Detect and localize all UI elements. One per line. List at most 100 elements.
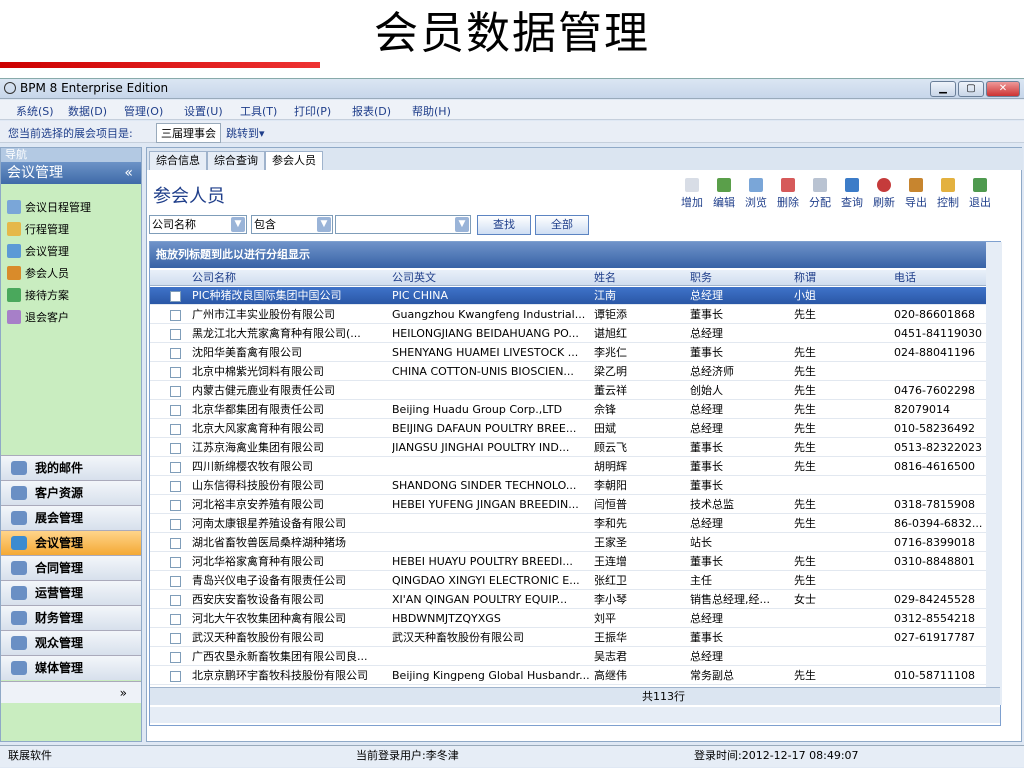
- table-row[interactable]: 广西农垦永新畜牧集团有限公司良... 吴志君 总经理: [150, 648, 986, 666]
- row-checkbox[interactable]: [170, 310, 181, 321]
- tab-attendees[interactable]: 参会人员: [265, 151, 323, 170]
- nav-item-reception[interactable]: 接待方案: [7, 286, 69, 306]
- table-row[interactable]: 湖北省畜牧兽医局桑梓湖种猪场 王家圣 站长 0716-8399018: [150, 534, 986, 552]
- query-button[interactable]: 查询: [837, 178, 867, 210]
- close-icon[interactable]: ✕: [986, 81, 1020, 97]
- row-checkbox[interactable]: [170, 405, 181, 416]
- vertical-scrollbar[interactable]: [986, 242, 1002, 705]
- table-row[interactable]: 河南太康银星养殖设备有限公司 李和先 总经理 先生 86-0394-6832...: [150, 515, 986, 533]
- refresh-button[interactable]: 刷新: [869, 178, 899, 210]
- row-checkbox[interactable]: [170, 367, 181, 378]
- table-row[interactable]: 内蒙古健元鹿业有限责任公司 董云祥 创始人 先生 0476-7602298: [150, 382, 986, 400]
- menu-report[interactable]: 报表(D): [352, 103, 391, 119]
- add-button[interactable]: 增加: [677, 178, 707, 210]
- horizontal-scrollbar[interactable]: [150, 707, 1000, 723]
- row-checkbox[interactable]: [170, 652, 181, 663]
- module-operations[interactable]: 运营管理: [1, 580, 141, 605]
- table-row[interactable]: 河北华裕家禽育种有限公司 HEBEI HUAYU POULTRY BREEDI..…: [150, 553, 986, 571]
- table-row[interactable]: 广州市江丰实业股份有限公司 Guangzhou Kwangfeng Industr…: [150, 306, 986, 324]
- table-row[interactable]: 江苏京海禽业集团有限公司 JIANGSU JINGHAI POULTRY IND.…: [150, 439, 986, 457]
- more-modules-button[interactable]: »: [1, 681, 141, 703]
- col-company-en[interactable]: 公司英文: [392, 270, 436, 286]
- row-checkbox[interactable]: [170, 538, 181, 549]
- menu-data[interactable]: 数据(D): [68, 103, 107, 119]
- row-checkbox[interactable]: [170, 424, 181, 435]
- nav-item-withdrawn[interactable]: 退会客户: [7, 308, 69, 328]
- table-row[interactable]: 河北大午农牧集团种禽有限公司 HBDWNMJTZQYXGS 刘平 总经理 0312-85…: [150, 610, 986, 628]
- row-checkbox[interactable]: [170, 291, 181, 302]
- assign-button[interactable]: 分配: [805, 178, 835, 210]
- minimize-icon[interactable]: ▁: [930, 81, 956, 97]
- table-row[interactable]: 黑龙江北大荒家禽育种有限公司(... HEILONGJIANG BEIDAHUAN…: [150, 325, 986, 343]
- control-button[interactable]: 控制: [933, 178, 963, 210]
- nav-item-attendees[interactable]: 参会人员: [7, 264, 69, 284]
- row-checkbox[interactable]: [170, 500, 181, 511]
- row-checkbox[interactable]: [170, 329, 181, 340]
- col-name[interactable]: 姓名: [594, 270, 616, 286]
- table-row[interactable]: 武汉天种畜牧股份有限公司 武汉天种畜牧股份有限公司 王振华 董事长 027-619177…: [150, 629, 986, 647]
- module-visitors[interactable]: 观众管理: [1, 630, 141, 655]
- table-row[interactable]: 青岛兴仪电子设备有限责任公司 QINGDAO XINGYI ELECTRONIC …: [150, 572, 986, 590]
- table-cell: 0816-4616500: [894, 460, 975, 473]
- table-row[interactable]: PIC种猪改良国际集团中国公司 PIC CHINA 江南 总经理 小姐: [150, 287, 986, 305]
- exit-button[interactable]: 退出: [965, 178, 995, 210]
- menu-system[interactable]: 系统(S): [16, 103, 54, 119]
- row-checkbox[interactable]: [170, 633, 181, 644]
- row-checkbox[interactable]: [170, 462, 181, 473]
- browse-button[interactable]: 浏览: [741, 178, 771, 210]
- table-row[interactable]: 北京大风家禽育种有限公司 BEIJING DAFAUN POULTRY BREE.…: [150, 420, 986, 438]
- nav-item-trip[interactable]: 行程管理: [7, 220, 69, 240]
- table-row[interactable]: 西安庆安畜牧设备有限公司 XI'AN QINGAN POULTRY EQUIP..…: [150, 591, 986, 609]
- col-company[interactable]: 公司名称: [192, 270, 236, 286]
- row-checkbox[interactable]: [170, 671, 181, 682]
- table-row[interactable]: 北京京鹏环宇畜牧科技股份有限公司 Beijing Kingpeng Global …: [150, 667, 986, 685]
- table-row[interactable]: 北京中棉紫光饲料有限公司 CHINA COTTON-UNIS BIOSCIEN..…: [150, 363, 986, 381]
- module-customers[interactable]: 客户资源: [1, 480, 141, 505]
- table-row[interactable]: 河北裕丰京安养殖有限公司 HEBEI YUFENG JINGAN BREEDIN.…: [150, 496, 986, 514]
- row-checkbox[interactable]: [170, 557, 181, 568]
- table-row[interactable]: 北京华都集团有限责任公司 Beijing Huadu Group Corp.,LT…: [150, 401, 986, 419]
- show-all-button[interactable]: 全部: [535, 215, 589, 235]
- filter-operator-select[interactable]: 包含 ▼: [251, 215, 333, 234]
- row-checkbox[interactable]: [170, 595, 181, 606]
- table-row[interactable]: 四川新绵樱农牧有限公司 胡明辉 董事长 先生 0816-4616500: [150, 458, 986, 476]
- tab-overview[interactable]: 综合信息: [149, 151, 207, 170]
- menu-help[interactable]: 帮助(H): [412, 103, 451, 119]
- module-finance[interactable]: 财务管理: [1, 605, 141, 630]
- module-mail[interactable]: 我的邮件: [1, 455, 141, 480]
- menu-settings[interactable]: 设置(U): [184, 103, 223, 119]
- find-button[interactable]: 查找: [477, 215, 531, 235]
- filter-value-input[interactable]: ▼: [335, 215, 471, 234]
- menu-manage[interactable]: 管理(O): [124, 103, 163, 119]
- col-phone[interactable]: 电话: [894, 270, 916, 286]
- table-row[interactable]: 沈阳华美畜禽有限公司 SHENYANG HUAMEI LIVESTOCK ... 李…: [150, 344, 986, 362]
- jump-to-button[interactable]: 跳转到▾: [226, 125, 265, 141]
- table-cell: [894, 477, 986, 495]
- collapse-icon[interactable]: «: [124, 162, 133, 184]
- edit-button[interactable]: 编辑: [709, 178, 739, 210]
- row-checkbox[interactable]: [170, 614, 181, 625]
- row-checkbox[interactable]: [170, 519, 181, 530]
- table-row[interactable]: 山东信得科技股份有限公司 SHANDONG SINDER TECHNOLO... 李…: [150, 477, 986, 495]
- module-exhibition[interactable]: 展会管理: [1, 505, 141, 530]
- row-checkbox[interactable]: [170, 481, 181, 492]
- tab-query[interactable]: 综合查询: [207, 151, 265, 170]
- menu-print[interactable]: 打印(P): [294, 103, 331, 119]
- nav-item-schedule[interactable]: 会议日程管理: [7, 198, 91, 218]
- col-salutation[interactable]: 称谓: [794, 270, 816, 286]
- maximize-icon[interactable]: ▢: [958, 81, 984, 97]
- row-checkbox[interactable]: [170, 348, 181, 359]
- filter-field-select[interactable]: 公司名称 ▼: [149, 215, 247, 234]
- menu-tools[interactable]: 工具(T): [240, 103, 277, 119]
- module-contracts[interactable]: 合同管理: [1, 555, 141, 580]
- delete-button[interactable]: 删除: [773, 178, 803, 210]
- row-checkbox[interactable]: [170, 576, 181, 587]
- export-button[interactable]: 导出: [901, 178, 931, 210]
- col-title[interactable]: 职务: [690, 270, 712, 286]
- nav-item-meeting[interactable]: 会议管理: [7, 242, 69, 262]
- project-value[interactable]: 三届理事会: [156, 123, 221, 143]
- module-media[interactable]: 媒体管理: [1, 655, 141, 680]
- row-checkbox[interactable]: [170, 386, 181, 397]
- row-checkbox[interactable]: [170, 443, 181, 454]
- module-meeting[interactable]: 会议管理: [1, 530, 141, 555]
